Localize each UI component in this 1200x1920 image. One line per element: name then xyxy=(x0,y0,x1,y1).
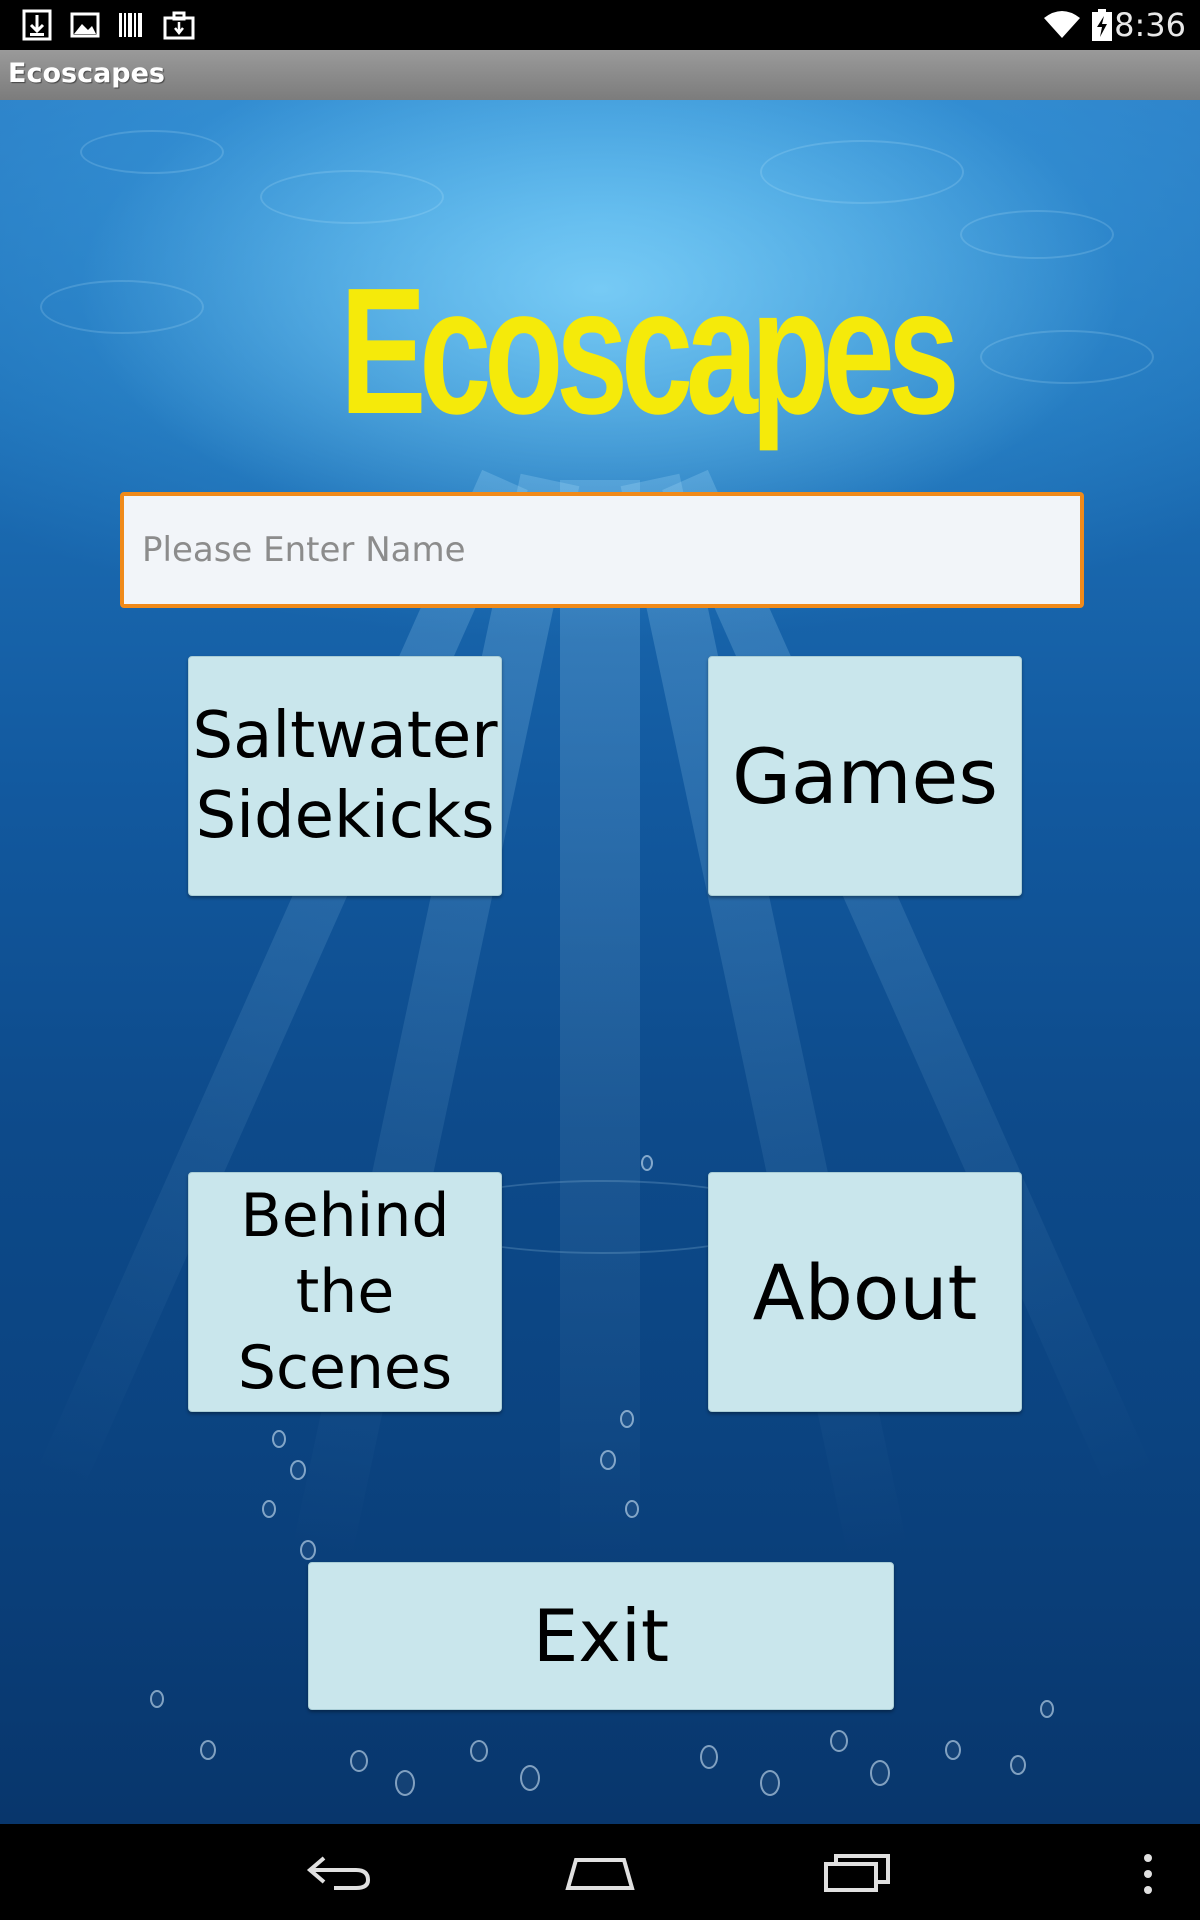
behind-the-scenes-label: Behind the Scenes xyxy=(237,1181,453,1403)
bubble xyxy=(262,1500,276,1518)
overflow-menu-icon[interactable] xyxy=(1136,1850,1160,1898)
bubble xyxy=(395,1770,415,1796)
status-bar: 8:36 xyxy=(0,0,1200,50)
bubble xyxy=(945,1740,961,1760)
bubble xyxy=(600,1450,616,1470)
status-time: 8:36 xyxy=(1114,6,1186,44)
bubble xyxy=(1010,1755,1026,1775)
water-caustic xyxy=(80,130,224,174)
saltwater-sidekicks-button[interactable]: Saltwater Sidekicks xyxy=(188,656,502,896)
bubble xyxy=(760,1770,780,1796)
back-icon[interactable] xyxy=(304,1850,376,1894)
exit-button[interactable]: Exit xyxy=(308,1562,894,1710)
water-caustic xyxy=(40,280,204,334)
navigation-bar xyxy=(0,1824,1200,1920)
download-icon xyxy=(22,9,52,41)
about-label: About xyxy=(752,1247,978,1337)
image-icon xyxy=(70,12,100,38)
games-label: Games xyxy=(732,731,998,821)
bubble xyxy=(641,1155,653,1171)
recent-apps-icon[interactable] xyxy=(822,1850,894,1894)
bubble xyxy=(520,1765,540,1791)
app-logo: Ecoscapes xyxy=(340,251,960,452)
behind-the-scenes-button[interactable]: Behind the Scenes xyxy=(188,1172,502,1412)
home-icon[interactable] xyxy=(562,1848,638,1896)
bubble xyxy=(200,1740,216,1760)
water-caustic xyxy=(760,140,964,204)
saltwater-sidekicks-label: Saltwater Sidekicks xyxy=(192,699,498,853)
games-button[interactable]: Games xyxy=(708,656,1022,896)
bubble xyxy=(150,1690,164,1708)
bubble xyxy=(470,1740,488,1762)
bubble xyxy=(700,1745,718,1769)
wifi-icon xyxy=(1044,11,1080,38)
about-button[interactable]: About xyxy=(708,1172,1022,1412)
app-screen: 8:36 Ecoscapes Ecoscapes Please Enter Na… xyxy=(0,0,1200,1920)
action-bar: Ecoscapes xyxy=(0,50,1200,102)
exit-label: Exit xyxy=(532,1594,670,1678)
water-caustic xyxy=(960,210,1114,259)
name-input[interactable] xyxy=(120,492,1084,608)
water-caustic xyxy=(260,170,444,224)
bubble xyxy=(870,1760,890,1786)
bubble xyxy=(625,1500,639,1518)
main-content: Ecoscapes Saltwater Sidekicks Games Behi… xyxy=(0,100,1200,1824)
bubble xyxy=(272,1430,286,1448)
battery-charging-icon xyxy=(1092,9,1112,41)
briefcase-icon xyxy=(163,11,195,40)
bubble xyxy=(1040,1700,1054,1718)
bubble xyxy=(350,1750,368,1772)
bubble xyxy=(300,1540,316,1560)
water-caustic xyxy=(980,330,1154,384)
bubble xyxy=(290,1460,306,1480)
bubble xyxy=(620,1410,634,1428)
app-title: Ecoscapes xyxy=(8,58,166,89)
barcode-icon xyxy=(119,13,142,37)
bubble xyxy=(830,1730,848,1752)
